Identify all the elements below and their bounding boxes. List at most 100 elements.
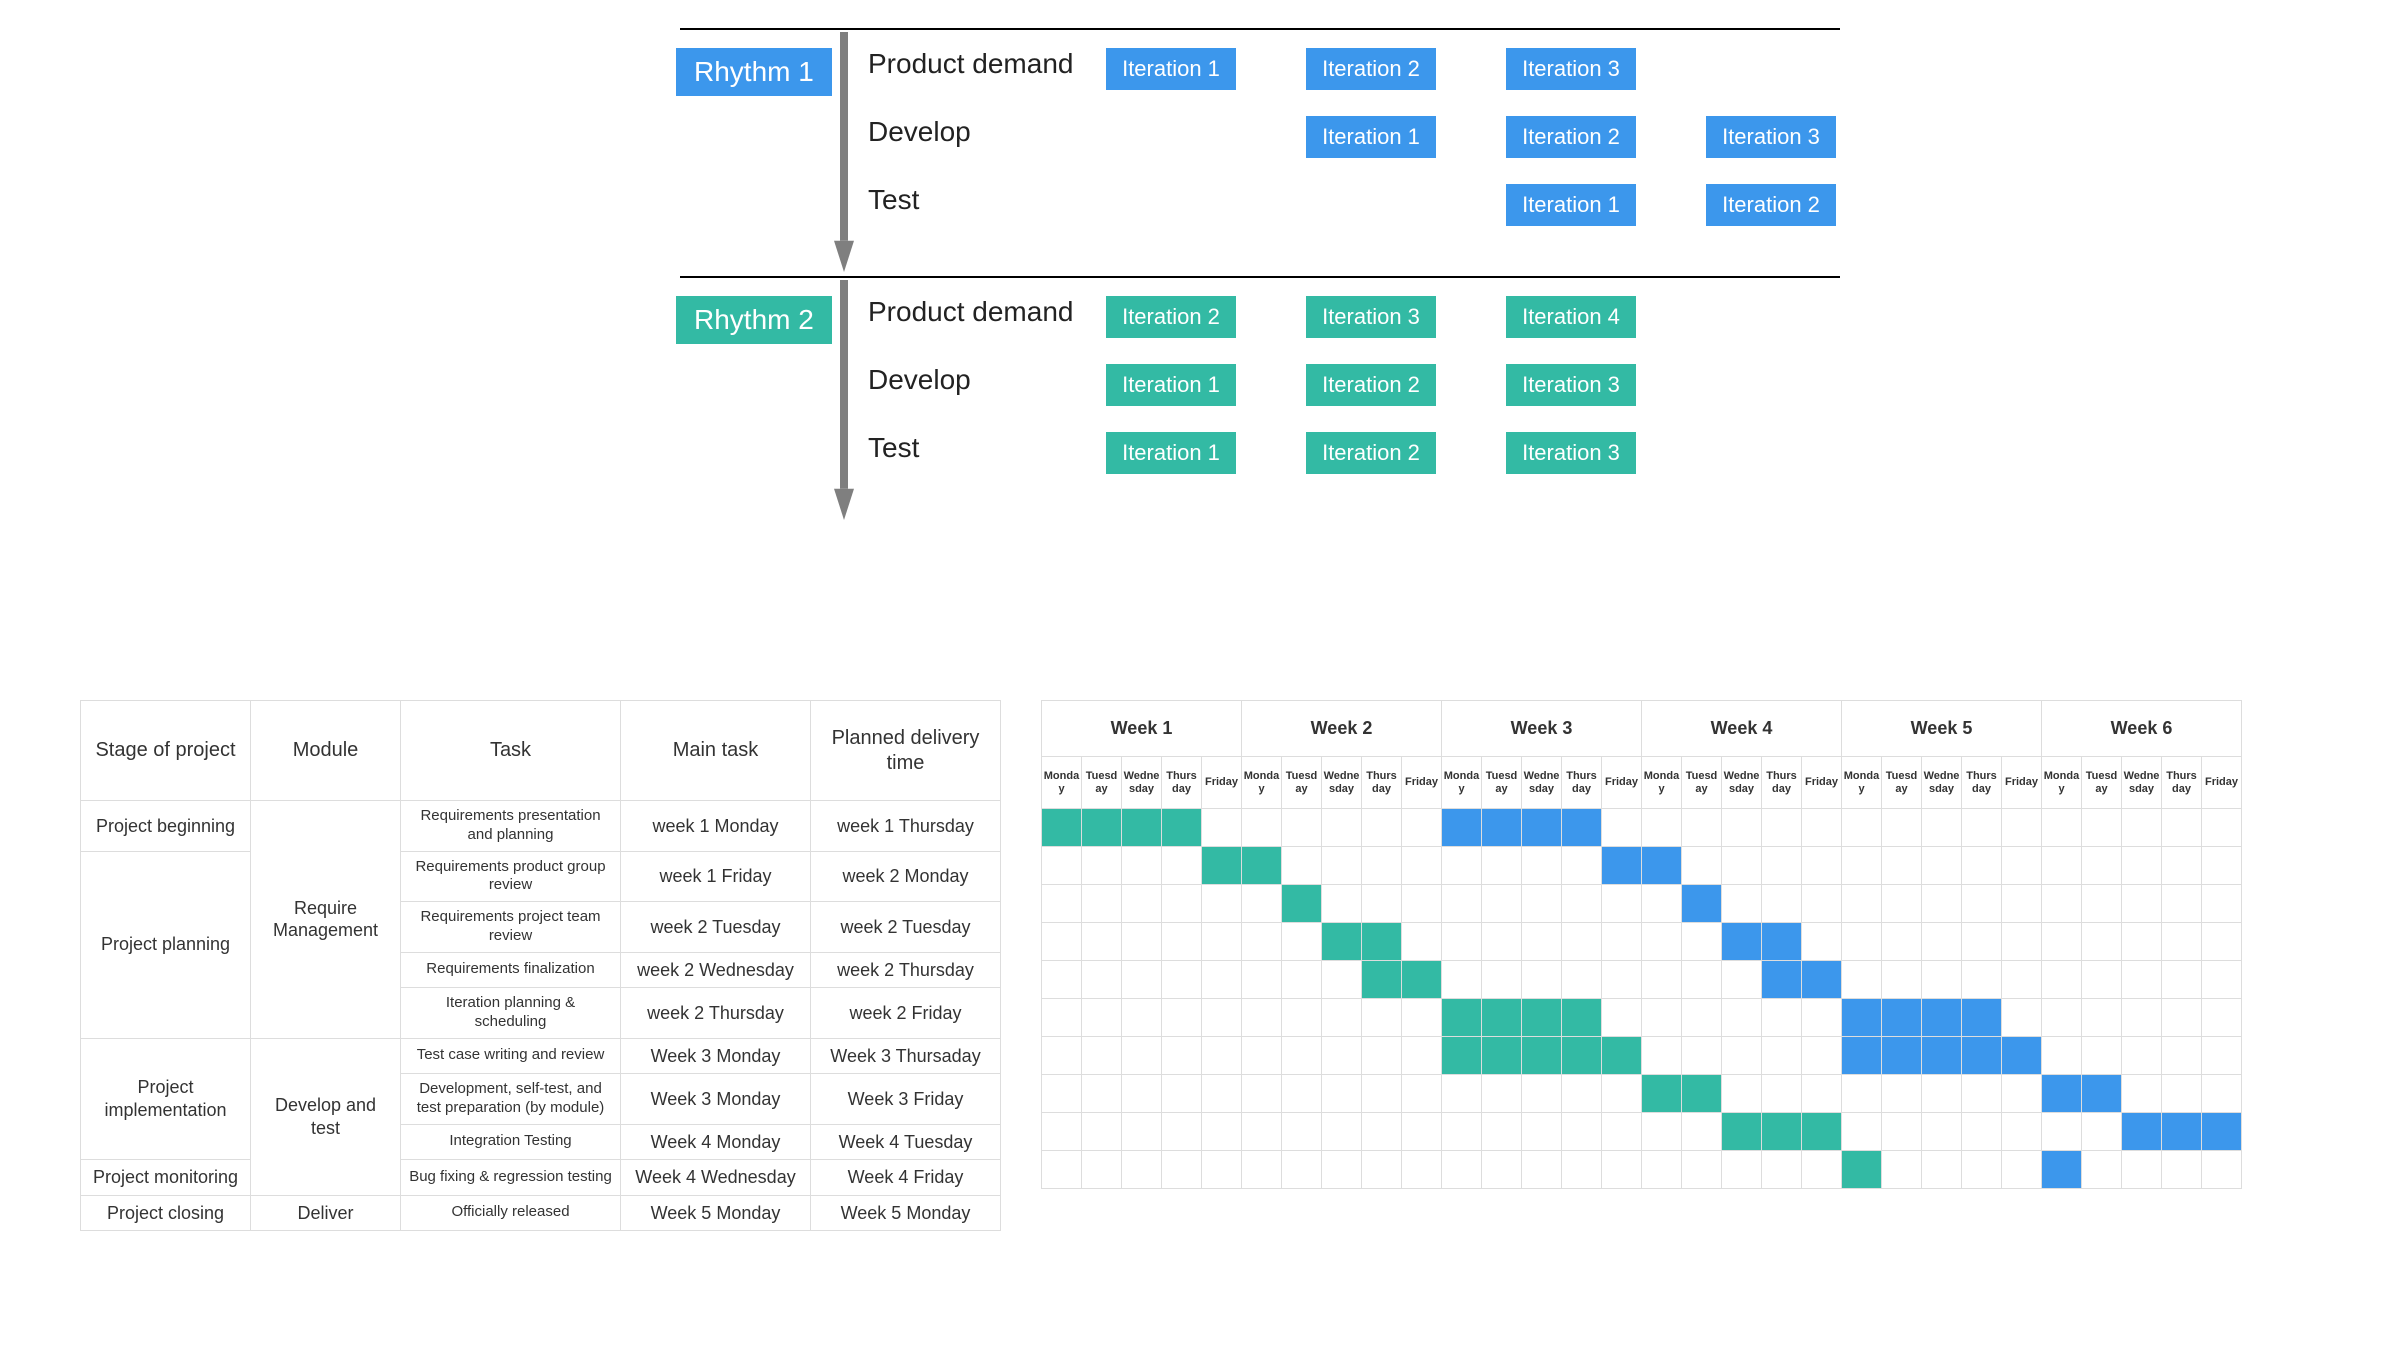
gantt-cell	[1282, 1151, 1322, 1189]
iteration-box: Iteration 3	[1706, 116, 1836, 158]
gantt-cell	[1602, 1151, 1642, 1189]
gantt-cell	[2122, 809, 2162, 847]
gantt-cell	[2042, 923, 2082, 961]
gantt-cell	[1642, 999, 1682, 1037]
gantt-cell	[1682, 1075, 1722, 1113]
gantt-cell	[2002, 923, 2042, 961]
gantt-cell	[1762, 999, 1802, 1037]
gantt-cell	[1162, 1151, 1202, 1189]
gantt-cell	[2002, 1151, 2042, 1189]
gantt-cell	[1402, 999, 1442, 1037]
gantt-cell	[1682, 923, 1722, 961]
gantt-cell	[1402, 1075, 1442, 1113]
gantt-cell	[1322, 999, 1362, 1037]
gantt-cell	[1962, 885, 2002, 923]
gantt-cell	[2202, 847, 2242, 885]
gantt-cell	[2042, 1037, 2082, 1075]
gantt-cell	[2162, 1113, 2202, 1151]
task-main-cell: Week 5 Monday	[621, 1195, 811, 1231]
gantt-week-header: Week 2	[1242, 701, 1442, 757]
iteration-box: Iteration 2	[1706, 184, 1836, 226]
iteration-box: Iteration 1	[1506, 184, 1636, 226]
gantt-cell	[1962, 999, 2002, 1037]
gantt-cell	[1202, 999, 1242, 1037]
gantt-cell	[1122, 885, 1162, 923]
module-cell: Develop and test	[251, 1038, 401, 1195]
gantt-cell	[2202, 923, 2242, 961]
gantt-cell	[2042, 1113, 2082, 1151]
gantt-cell	[2162, 847, 2202, 885]
iteration-box: Iteration 1	[1106, 432, 1236, 474]
gantt-cell	[1162, 809, 1202, 847]
gantt-cell	[1522, 847, 1562, 885]
task-main-cell: week 2 Thursday	[621, 988, 811, 1039]
task-task-cell: Requirements product group review	[401, 851, 621, 902]
gantt-cell	[1482, 847, 1522, 885]
gantt-cell	[1362, 961, 1402, 999]
iteration-box: Iteration 3	[1506, 364, 1636, 406]
gantt-cell	[1162, 961, 1202, 999]
gantt-cell	[1882, 885, 1922, 923]
iteration-box: Iteration 2	[1306, 432, 1436, 474]
stage-cell: Project implementation	[81, 1038, 251, 1160]
gantt-cell	[1122, 809, 1162, 847]
gantt-cell	[1042, 999, 1082, 1037]
gantt-cell	[2202, 809, 2242, 847]
task-task-cell: Test case writing and review	[401, 1038, 621, 1074]
gantt-week-header: Week 4	[1642, 701, 1842, 757]
gantt-cell	[2082, 1075, 2122, 1113]
gantt-cell	[1282, 885, 1322, 923]
table-row: Project monitoringBug fixing & regressio…	[81, 1160, 1001, 1196]
gantt-cell	[2002, 1075, 2042, 1113]
gantt-cell	[1802, 1075, 1842, 1113]
gantt-cell	[1082, 1151, 1122, 1189]
iteration-box: Iteration 2	[1506, 116, 1636, 158]
gantt-cell	[1242, 1151, 1282, 1189]
gantt-cell	[1762, 847, 1802, 885]
gantt-cell	[2042, 961, 2082, 999]
gantt-cell	[1562, 809, 1602, 847]
gantt-cell	[1482, 1037, 1522, 1075]
gantt-cell	[1682, 1113, 1722, 1151]
task-task-cell: Officially released	[401, 1195, 621, 1231]
gantt-cell	[2162, 1151, 2202, 1189]
task-table-header: Planned delivery time	[811, 701, 1001, 801]
gantt-cell	[1162, 1075, 1202, 1113]
gantt-day-header: Wednesday	[1722, 757, 1762, 809]
gantt-cell	[2002, 809, 2042, 847]
gantt-cell	[1122, 961, 1162, 999]
task-deliv-cell: Week 3 Friday	[811, 1074, 1001, 1125]
task-task-cell: Iteration planning & scheduling	[401, 988, 621, 1039]
task-task-cell: Development, self-test, and test prepara…	[401, 1074, 621, 1125]
rhythm-2-block: Rhythm 2 Product demandIteration 2Iterat…	[680, 276, 1840, 524]
gantt-cell	[1882, 847, 1922, 885]
task-main-cell: Week 4 Wednesday	[621, 1160, 811, 1196]
gantt-cell	[1842, 847, 1882, 885]
gantt-cell	[1242, 999, 1282, 1037]
gantt-cell	[1242, 847, 1282, 885]
gantt-cell	[1042, 1151, 1082, 1189]
gantt-day-header: Tuesday	[1682, 757, 1722, 809]
gantt-cell	[2162, 885, 2202, 923]
gantt-cell	[1762, 1037, 1802, 1075]
gantt-cell	[1642, 1113, 1682, 1151]
gantt-cell	[2122, 923, 2162, 961]
gantt-cell	[1082, 885, 1122, 923]
gantt-cell	[1922, 999, 1962, 1037]
gantt-cell	[1802, 1151, 1842, 1189]
gantt-cell	[1242, 1037, 1282, 1075]
gantt-cell	[1322, 1151, 1362, 1189]
gantt-cell	[1682, 999, 1722, 1037]
gantt-row	[1042, 1037, 2242, 1075]
gantt-cell	[1722, 923, 1762, 961]
gantt-cell	[1522, 1037, 1562, 1075]
gantt-cell	[1762, 1113, 1802, 1151]
gantt-cell	[1762, 1151, 1802, 1189]
gantt-cell	[1202, 923, 1242, 961]
task-deliv-cell: Week 5 Monday	[811, 1195, 1001, 1231]
task-task-cell: Requirements project team review	[401, 902, 621, 953]
gantt-cell	[1282, 1037, 1322, 1075]
gantt-cell	[1562, 1151, 1602, 1189]
gantt-cell	[1562, 1113, 1602, 1151]
gantt-cell	[1042, 847, 1082, 885]
